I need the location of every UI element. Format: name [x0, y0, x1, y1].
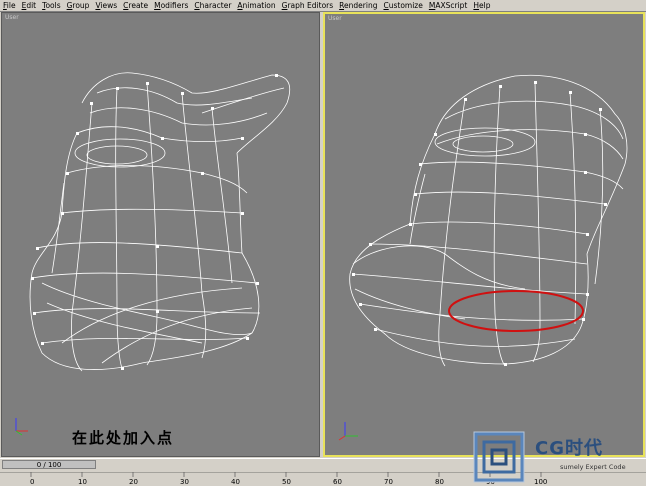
axis-tripod-icon: [338, 422, 358, 441]
menu-edit[interactable]: Edit: [19, 0, 40, 11]
viewport-right-active[interactable]: User: [323, 12, 645, 457]
watermark-sub: sumely Expert Code: [560, 463, 626, 471]
menu-tools[interactable]: Tools: [39, 0, 63, 11]
menu-animation[interactable]: Animation: [234, 0, 278, 11]
wireframe-mesh-right[interactable]: [325, 14, 643, 455]
menu-create[interactable]: Create: [120, 0, 151, 11]
menu-character[interactable]: Character: [191, 0, 234, 11]
menu-help[interactable]: Help: [470, 0, 493, 11]
viewport-left[interactable]: User: [1, 12, 320, 457]
menu-group[interactable]: Group: [64, 0, 93, 11]
highlight-ellipse: [448, 290, 584, 332]
menu-file[interactable]: File: [0, 0, 19, 11]
menu-graph-editors[interactable]: Graph Editors: [279, 0, 337, 11]
menu-customize[interactable]: Customize: [380, 0, 425, 11]
menu-views[interactable]: Views: [92, 0, 120, 11]
watermark-brand: CG时代: [535, 438, 603, 459]
menu-modifiers[interactable]: Modifiers: [151, 0, 191, 11]
annotation-text: 在此处加入点: [72, 429, 175, 447]
axis-tripod-icon: [15, 418, 28, 436]
time-slider[interactable]: 0 / 100: [2, 460, 96, 469]
menu-bar: File Edit Tools Group Views Create Modif…: [0, 0, 646, 12]
wireframe-mesh-left[interactable]: [2, 13, 319, 456]
menu-rendering[interactable]: Rendering: [336, 0, 380, 11]
menu-maxscript[interactable]: MAXScript: [426, 0, 471, 11]
